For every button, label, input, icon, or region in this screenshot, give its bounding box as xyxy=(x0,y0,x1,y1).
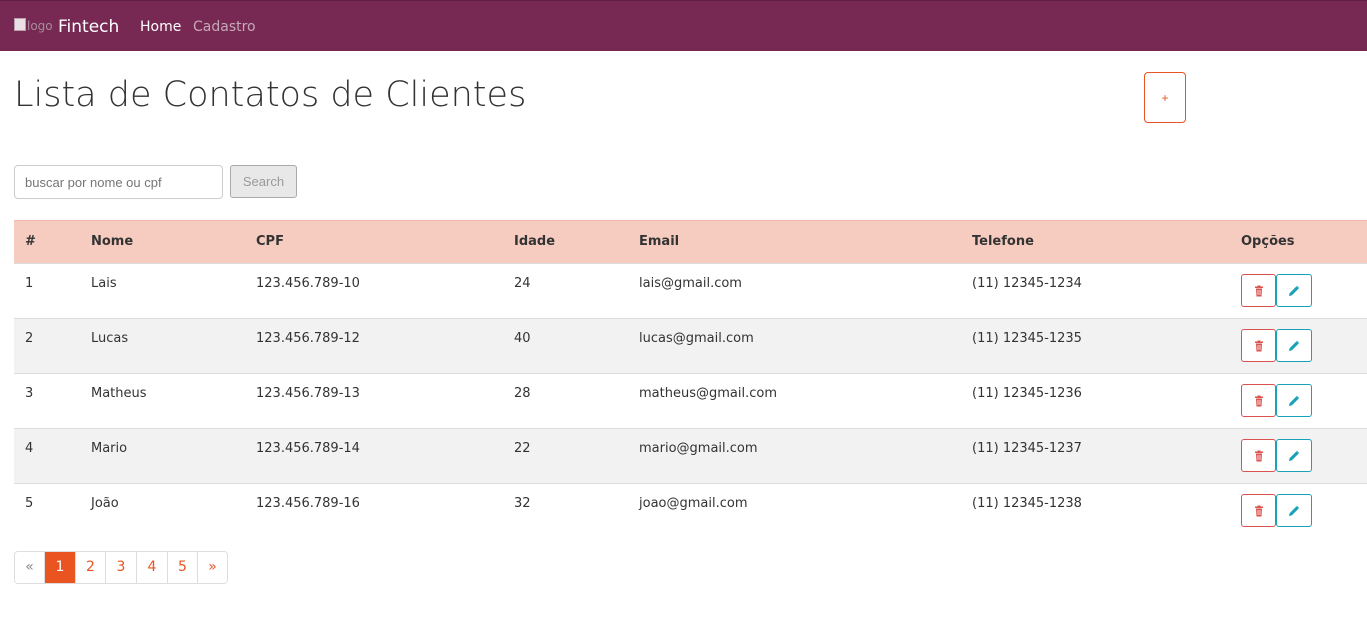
broken-image-icon xyxy=(14,18,26,31)
trash-icon xyxy=(1253,285,1265,297)
table-row: 5 João 123.456.789-16 32 joao@gmail.com … xyxy=(14,483,1367,538)
cell-cpf: 123.456.789-12 xyxy=(256,331,360,346)
cell-email: matheus@gmail.com xyxy=(639,386,777,401)
cell-nome: Matheus xyxy=(91,386,147,401)
cell-nome: João xyxy=(91,496,119,511)
cell-idade: 40 xyxy=(514,331,531,346)
cell-telefone: (11) 12345-1235 xyxy=(972,331,1082,346)
header-cpf: CPF xyxy=(256,234,284,249)
pencil-icon xyxy=(1288,340,1300,352)
cell-email: joao@gmail.com xyxy=(639,496,748,511)
edit-button[interactable] xyxy=(1276,439,1312,472)
cell-telefone: (11) 12345-1237 xyxy=(972,441,1082,456)
cell-nome: Lucas xyxy=(91,331,129,346)
table-header: # Nome CPF Idade Email Telefone Opções xyxy=(14,220,1367,263)
header-telefone: Telefone xyxy=(972,234,1034,249)
edit-button[interactable] xyxy=(1276,329,1312,362)
add-client-button[interactable]: + xyxy=(1144,72,1186,123)
cell-idade: 22 xyxy=(514,441,531,456)
page-button-5[interactable]: 5 xyxy=(167,552,197,583)
table-row: 4 Mario 123.456.789-14 22 mario@gmail.co… xyxy=(14,428,1367,483)
cell-telefone: (11) 12345-1236 xyxy=(972,386,1082,401)
search-button[interactable]: Search xyxy=(230,165,297,198)
page-title: Lista de Contatos de Clientes xyxy=(14,75,527,115)
pencil-icon xyxy=(1288,450,1300,462)
cell-cpf: 123.456.789-14 xyxy=(256,441,360,456)
brand-name[interactable]: Fintech xyxy=(58,16,119,38)
nav-link-cadastro[interactable]: Cadastro xyxy=(193,18,256,36)
page-button-4[interactable]: 4 xyxy=(136,552,167,583)
cell-nome: Mario xyxy=(91,441,128,456)
page-button-2[interactable]: 2 xyxy=(75,552,105,583)
cell-idade: 24 xyxy=(514,276,531,291)
cell-email: lucas@gmail.com xyxy=(639,331,754,346)
pencil-icon xyxy=(1288,395,1300,407)
cell-cpf: 123.456.789-13 xyxy=(256,386,360,401)
cell-idade: 32 xyxy=(514,496,531,511)
cell-number: 3 xyxy=(25,386,34,401)
page-button-3[interactable]: 3 xyxy=(105,552,136,583)
cell-number: 5 xyxy=(25,496,34,511)
edit-button[interactable] xyxy=(1276,384,1312,417)
header-email: Email xyxy=(639,234,680,249)
edit-button[interactable] xyxy=(1276,494,1312,527)
edit-button[interactable] xyxy=(1276,274,1312,307)
broken-logo-image[interactable]: logo xyxy=(14,18,60,36)
cell-telefone: (11) 12345-1238 xyxy=(972,496,1082,511)
pencil-icon xyxy=(1288,505,1300,517)
cell-cpf: 123.456.789-16 xyxy=(256,496,360,511)
cell-number: 1 xyxy=(25,276,34,291)
table-row: 1 Lais 123.456.789-10 24 lais@gmail.com … xyxy=(14,263,1367,318)
cell-nome: Lais xyxy=(91,276,117,291)
logo-alt-text: logo xyxy=(27,19,53,33)
cell-email: mario@gmail.com xyxy=(639,441,758,456)
trash-icon xyxy=(1253,395,1265,407)
pagination: « 1 2 3 4 5 » xyxy=(14,551,228,584)
page-next-button[interactable]: » xyxy=(197,552,227,583)
page-prev-button[interactable]: « xyxy=(15,552,44,583)
table-row: 3 Matheus 123.456.789-13 28 matheus@gmai… xyxy=(14,373,1367,428)
cell-telefone: (11) 12345-1234 xyxy=(972,276,1082,291)
cell-cpf: 123.456.789-10 xyxy=(256,276,360,291)
cell-number: 2 xyxy=(25,331,34,346)
cell-number: 4 xyxy=(25,441,34,456)
header-opcoes: Opções xyxy=(1241,234,1295,249)
trash-icon xyxy=(1253,505,1265,517)
delete-button[interactable] xyxy=(1241,439,1276,472)
navbar: logo Fintech Home Cadastro xyxy=(0,0,1367,51)
nav-link-home[interactable]: Home xyxy=(140,18,181,36)
delete-button[interactable] xyxy=(1241,384,1276,417)
delete-button[interactable] xyxy=(1241,494,1276,527)
header-nome: Nome xyxy=(91,234,134,249)
pencil-icon xyxy=(1288,285,1300,297)
page-button-1[interactable]: 1 xyxy=(44,552,75,583)
trash-icon xyxy=(1253,450,1265,462)
header-idade: Idade xyxy=(514,234,556,249)
delete-button[interactable] xyxy=(1241,329,1276,362)
table-row: 2 Lucas 123.456.789-12 40 lucas@gmail.co… xyxy=(14,318,1367,373)
cell-idade: 28 xyxy=(514,386,531,401)
search-input[interactable] xyxy=(14,165,223,199)
cell-email: lais@gmail.com xyxy=(639,276,742,291)
trash-icon xyxy=(1253,340,1265,352)
delete-button[interactable] xyxy=(1241,274,1276,307)
header-number: # xyxy=(25,234,36,249)
